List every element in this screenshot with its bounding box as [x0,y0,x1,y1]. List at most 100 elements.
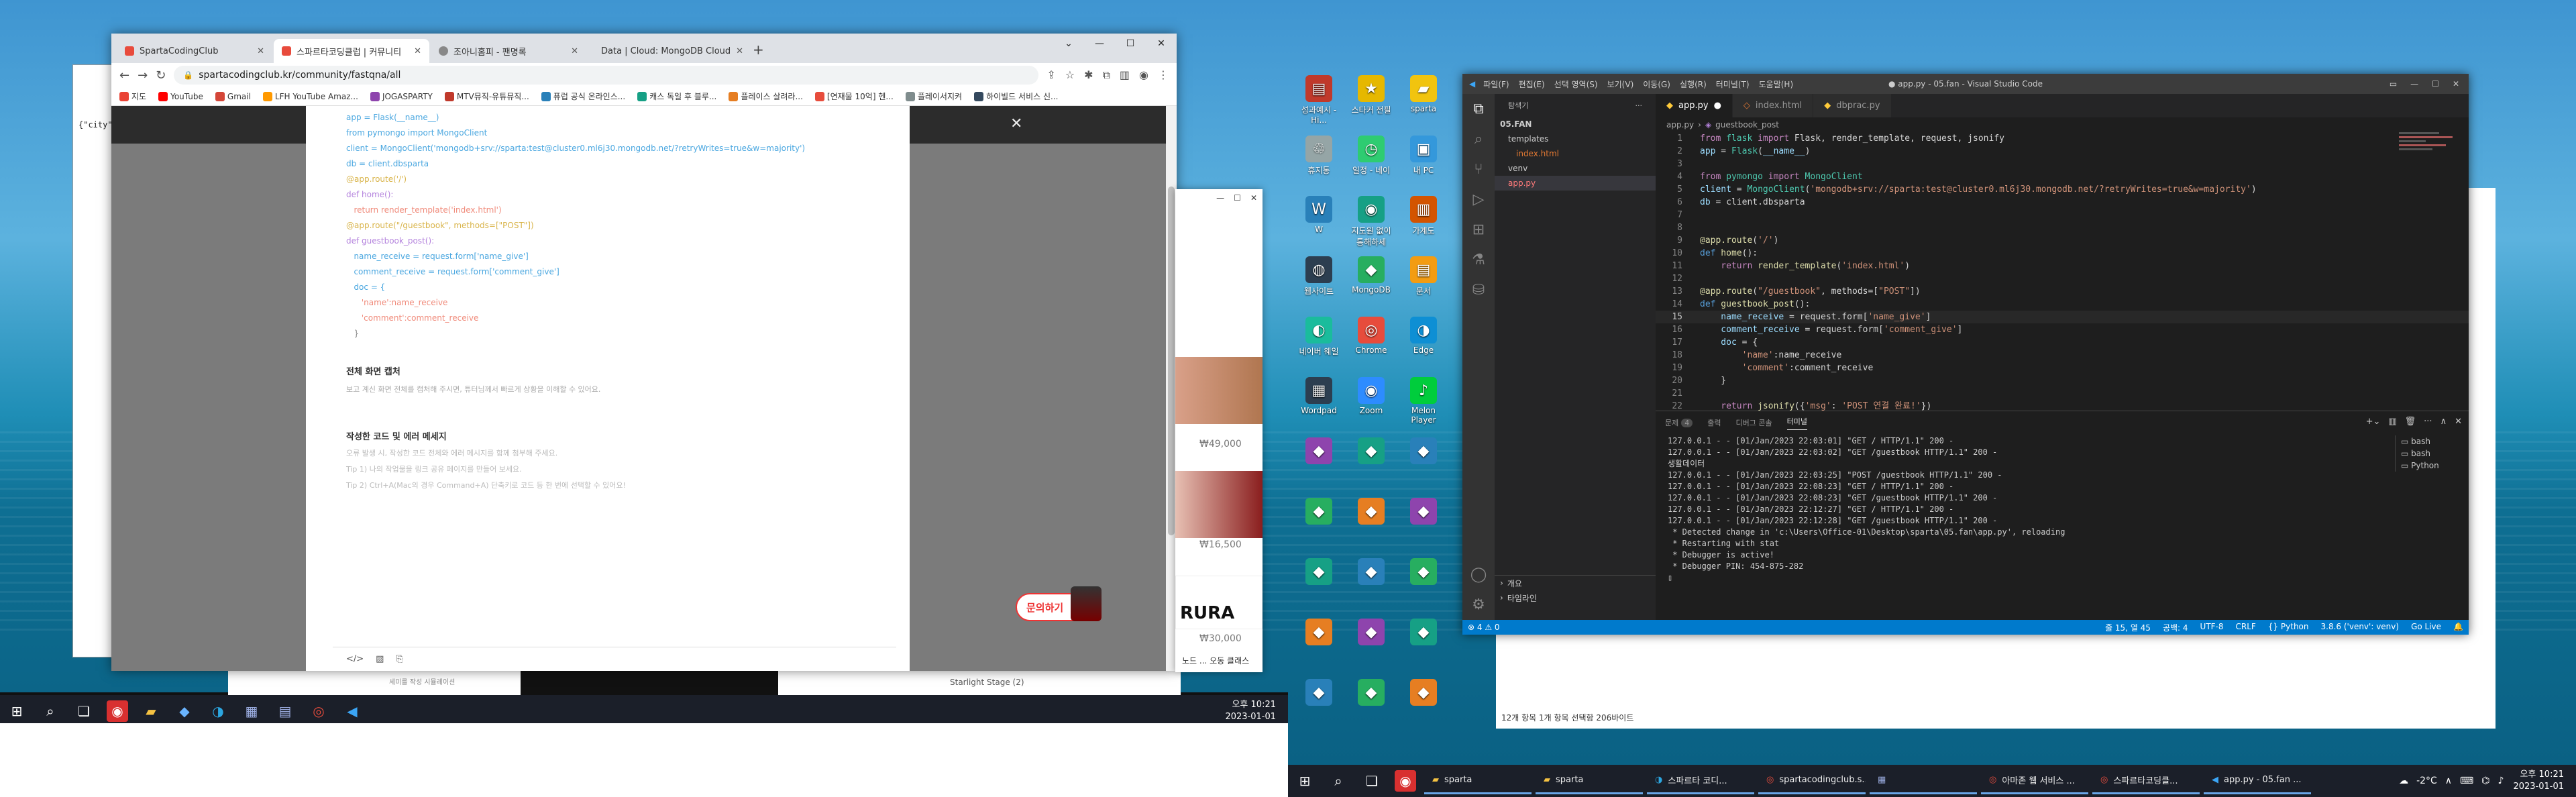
desktop-icon[interactable]: ◆ [1348,558,1394,587]
bookmark-item[interactable]: 지도 [119,91,146,102]
editor-tab[interactable]: ◆ app.py ● [1656,94,1733,117]
code-lines[interactable]: 1 from flask import Flask, render_templat… [1656,132,2469,437]
status-item[interactable]: CRLF [2236,622,2256,633]
desktop-icon[interactable]: ◆ [1348,498,1394,527]
taskbar-task[interactable]: ▰ sparta [1424,767,1532,794]
code-line[interactable]: 9 @app.route('/') [1656,234,2469,247]
code-line[interactable]: 20 } [1656,374,2469,387]
status-item[interactable]: 3.8.6 ('venv': venv) [2321,622,2400,633]
terminal-output[interactable]: 127.0.0.1 - - [01/Jan/2023 22:03:01] "GE… [1656,435,2395,620]
desktop-icon[interactable]: ♲ 휴지통 [1296,136,1342,176]
menu-item[interactable]: 도움말(H) [1759,80,1794,89]
app-icon[interactable]: ◉ [1395,770,1416,792]
menu-item[interactable]: 보기(V) [1607,80,1634,89]
code-line[interactable]: 5 client = MongoClient('mongodb+srv://spa… [1656,183,2469,196]
maximize-icon[interactable]: ☐ [1115,34,1146,54]
more-icon[interactable]: ··· [2424,417,2432,427]
reload-icon[interactable]: ↻ [156,68,166,83]
terminal-session[interactable]: ▭ bash [2401,435,2469,447]
status-item[interactable]: 공백: 4 [2163,622,2188,633]
app-icon[interactable]: ◆ [174,700,195,722]
explorer-item[interactable]: 05.FAN [1495,117,1656,131]
desktop-icon[interactable]: ♪ Melon Player [1401,377,1446,425]
desktop-icon[interactable]: ◆ [1296,619,1342,647]
editor-tab[interactable]: ◇ index.html [1732,94,1814,117]
desktop-icon[interactable]: ▣ 내 PC [1401,136,1446,176]
desktop-icon[interactable]: ◆ MongoDB [1348,256,1394,295]
code-line[interactable]: 14 def guestbook_post(): [1656,298,2469,311]
ad-image[interactable]: RURA [1175,576,1263,629]
code-editor[interactable]: ◆ app.py ● ◇ index.html ◆ dbprac.py app.py › ◈… [1656,94,2469,437]
menu-item[interactable]: 파일(F) [1483,80,1509,89]
status-item[interactable]: Go Live [2411,622,2441,633]
desktop-icon[interactable]: ▦ Wordpad [1296,377,1342,415]
bookmark-item[interactable]: Gmail [215,91,251,101]
tab-guestbook[interactable]: 조아니홈피 - 팬명록 ✕ [431,39,586,63]
minimize-icon[interactable]: — [2410,79,2418,89]
testing-icon[interactable]: ⚗ [1472,252,1485,268]
menu-item[interactable]: 편집(E) [1519,80,1545,89]
search-icon[interactable]: ⌕ [40,700,61,722]
extensions-icon[interactable]: ⊞ [1472,221,1485,238]
menu-icon[interactable]: ⋮ [1158,68,1169,82]
bookmark-item[interactable]: MTV뮤직-유튜뮤직... [444,91,529,102]
desktop-icon[interactable]: ◆ [1401,437,1446,466]
run-debug-icon[interactable]: ▷ [1473,191,1485,208]
desktop-icon[interactable]: ★ 스타커 전필 [1348,75,1394,115]
desktop-icon[interactable]: ◷ 일정 - 네이 [1348,136,1394,176]
taskbar-task[interactable]: ◑ 스파르타 코디... [1647,767,1754,794]
panel-tab[interactable]: 디버그 콘솔 [1736,417,1772,428]
code-line[interactable]: 2 app = Flask(__name__) [1656,145,2469,158]
image-icon[interactable]: ▨ [376,654,384,664]
bookmark-item[interactable]: 퓨럽 공식 온라인스... [541,91,625,102]
bookmark-item[interactable]: JOGASPARTY [370,91,433,101]
panel-tab[interactable]: 문제 4 [1665,417,1693,428]
chrome-icon[interactable]: ◎ [308,700,329,722]
maximize-icon[interactable]: ☐ [2432,79,2439,89]
status-item[interactable]: 🔔 [2453,622,2463,633]
ad-image[interactable] [1175,357,1263,424]
desktop-icon[interactable]: ◆ [1296,679,1342,708]
network-icon[interactable]: ⌬ [2481,776,2489,786]
desktop-icon[interactable]: ◑ Edge [1401,317,1446,355]
app-icon[interactable]: ▤ [274,700,296,722]
weather-icon[interactable]: ☁ [2399,776,2408,786]
add-terminal-icon[interactable]: +⌄ [2366,417,2381,427]
trash-icon[interactable]: 🗑 [2405,417,2416,427]
status-item[interactable]: 줄 15, 열 45 [2105,622,2151,633]
close-icon[interactable]: ✕ [1250,193,1257,205]
back-icon[interactable]: ← [119,68,129,83]
code-line[interactable]: 15 name_receive = request.form['name_giv… [1656,311,2469,323]
explorer-item[interactable]: venv [1495,161,1656,176]
code-icon[interactable]: </> [346,654,364,664]
problems-status[interactable]: ⊗ 4 ⚠ 0 [1468,623,1500,632]
maximize-icon[interactable]: ☐ [1234,193,1241,205]
code-line[interactable]: 17 doc = { [1656,336,2469,349]
panel-tab[interactable]: 터미널 [1786,416,1807,430]
layout-icon[interactable]: ▭ [2390,79,2397,89]
timeline-section[interactable]: › 타임라인 [1495,590,1656,605]
share-icon[interactable]: ⇪ [1046,68,1055,82]
desktop-icon[interactable]: ▥ 가계도 [1401,196,1446,236]
desktop-icon[interactable]: ▤ 성과예시 - Hi... [1296,75,1342,125]
desktop-icon[interactable]: ◉ 지도원 없이 통해하세 [1348,196,1394,248]
explorer-item[interactable]: templates [1495,131,1656,146]
taskbar-task[interactable]: ◀ app.py - 05.fan ... [2204,767,2311,794]
close-icon[interactable]: ✕ [1146,34,1177,54]
menu-item[interactable]: 실행(R) [1680,80,1707,89]
code-line[interactable]: 13 @app.route("/guestbook", methods=["POS… [1656,285,2469,298]
ad-image[interactable] [1175,471,1263,538]
task-view-icon[interactable]: ❏ [1361,770,1383,792]
taskbar-task[interactable]: ▦ [1870,767,1977,794]
desktop-icon[interactable]: ◆ [1348,437,1394,466]
explorer-item[interactable]: app.py [1495,176,1656,191]
code-line[interactable]: 6 db = client.dbsparta [1656,196,2469,209]
profile-icon[interactable]: ◉ [1139,68,1148,82]
close-icon[interactable]: ✕ [571,46,578,56]
terminal-session[interactable]: ▭ Python [2401,460,2469,472]
code-line[interactable]: 11 return render_template('index.html') [1656,260,2469,272]
desktop-icon[interactable]: ◆ [1401,558,1446,587]
bookmark-item[interactable]: 플레이스 살려라... [729,91,803,102]
vscode-window[interactable]: ◀ 파일(F) 편집(E) 선택 영역(S) 보기(V) 이동(G) 실행(R) 터미널(T… [1462,74,2469,635]
bookmark-item[interactable]: 하이빌드 서비스 신... [974,91,1058,102]
